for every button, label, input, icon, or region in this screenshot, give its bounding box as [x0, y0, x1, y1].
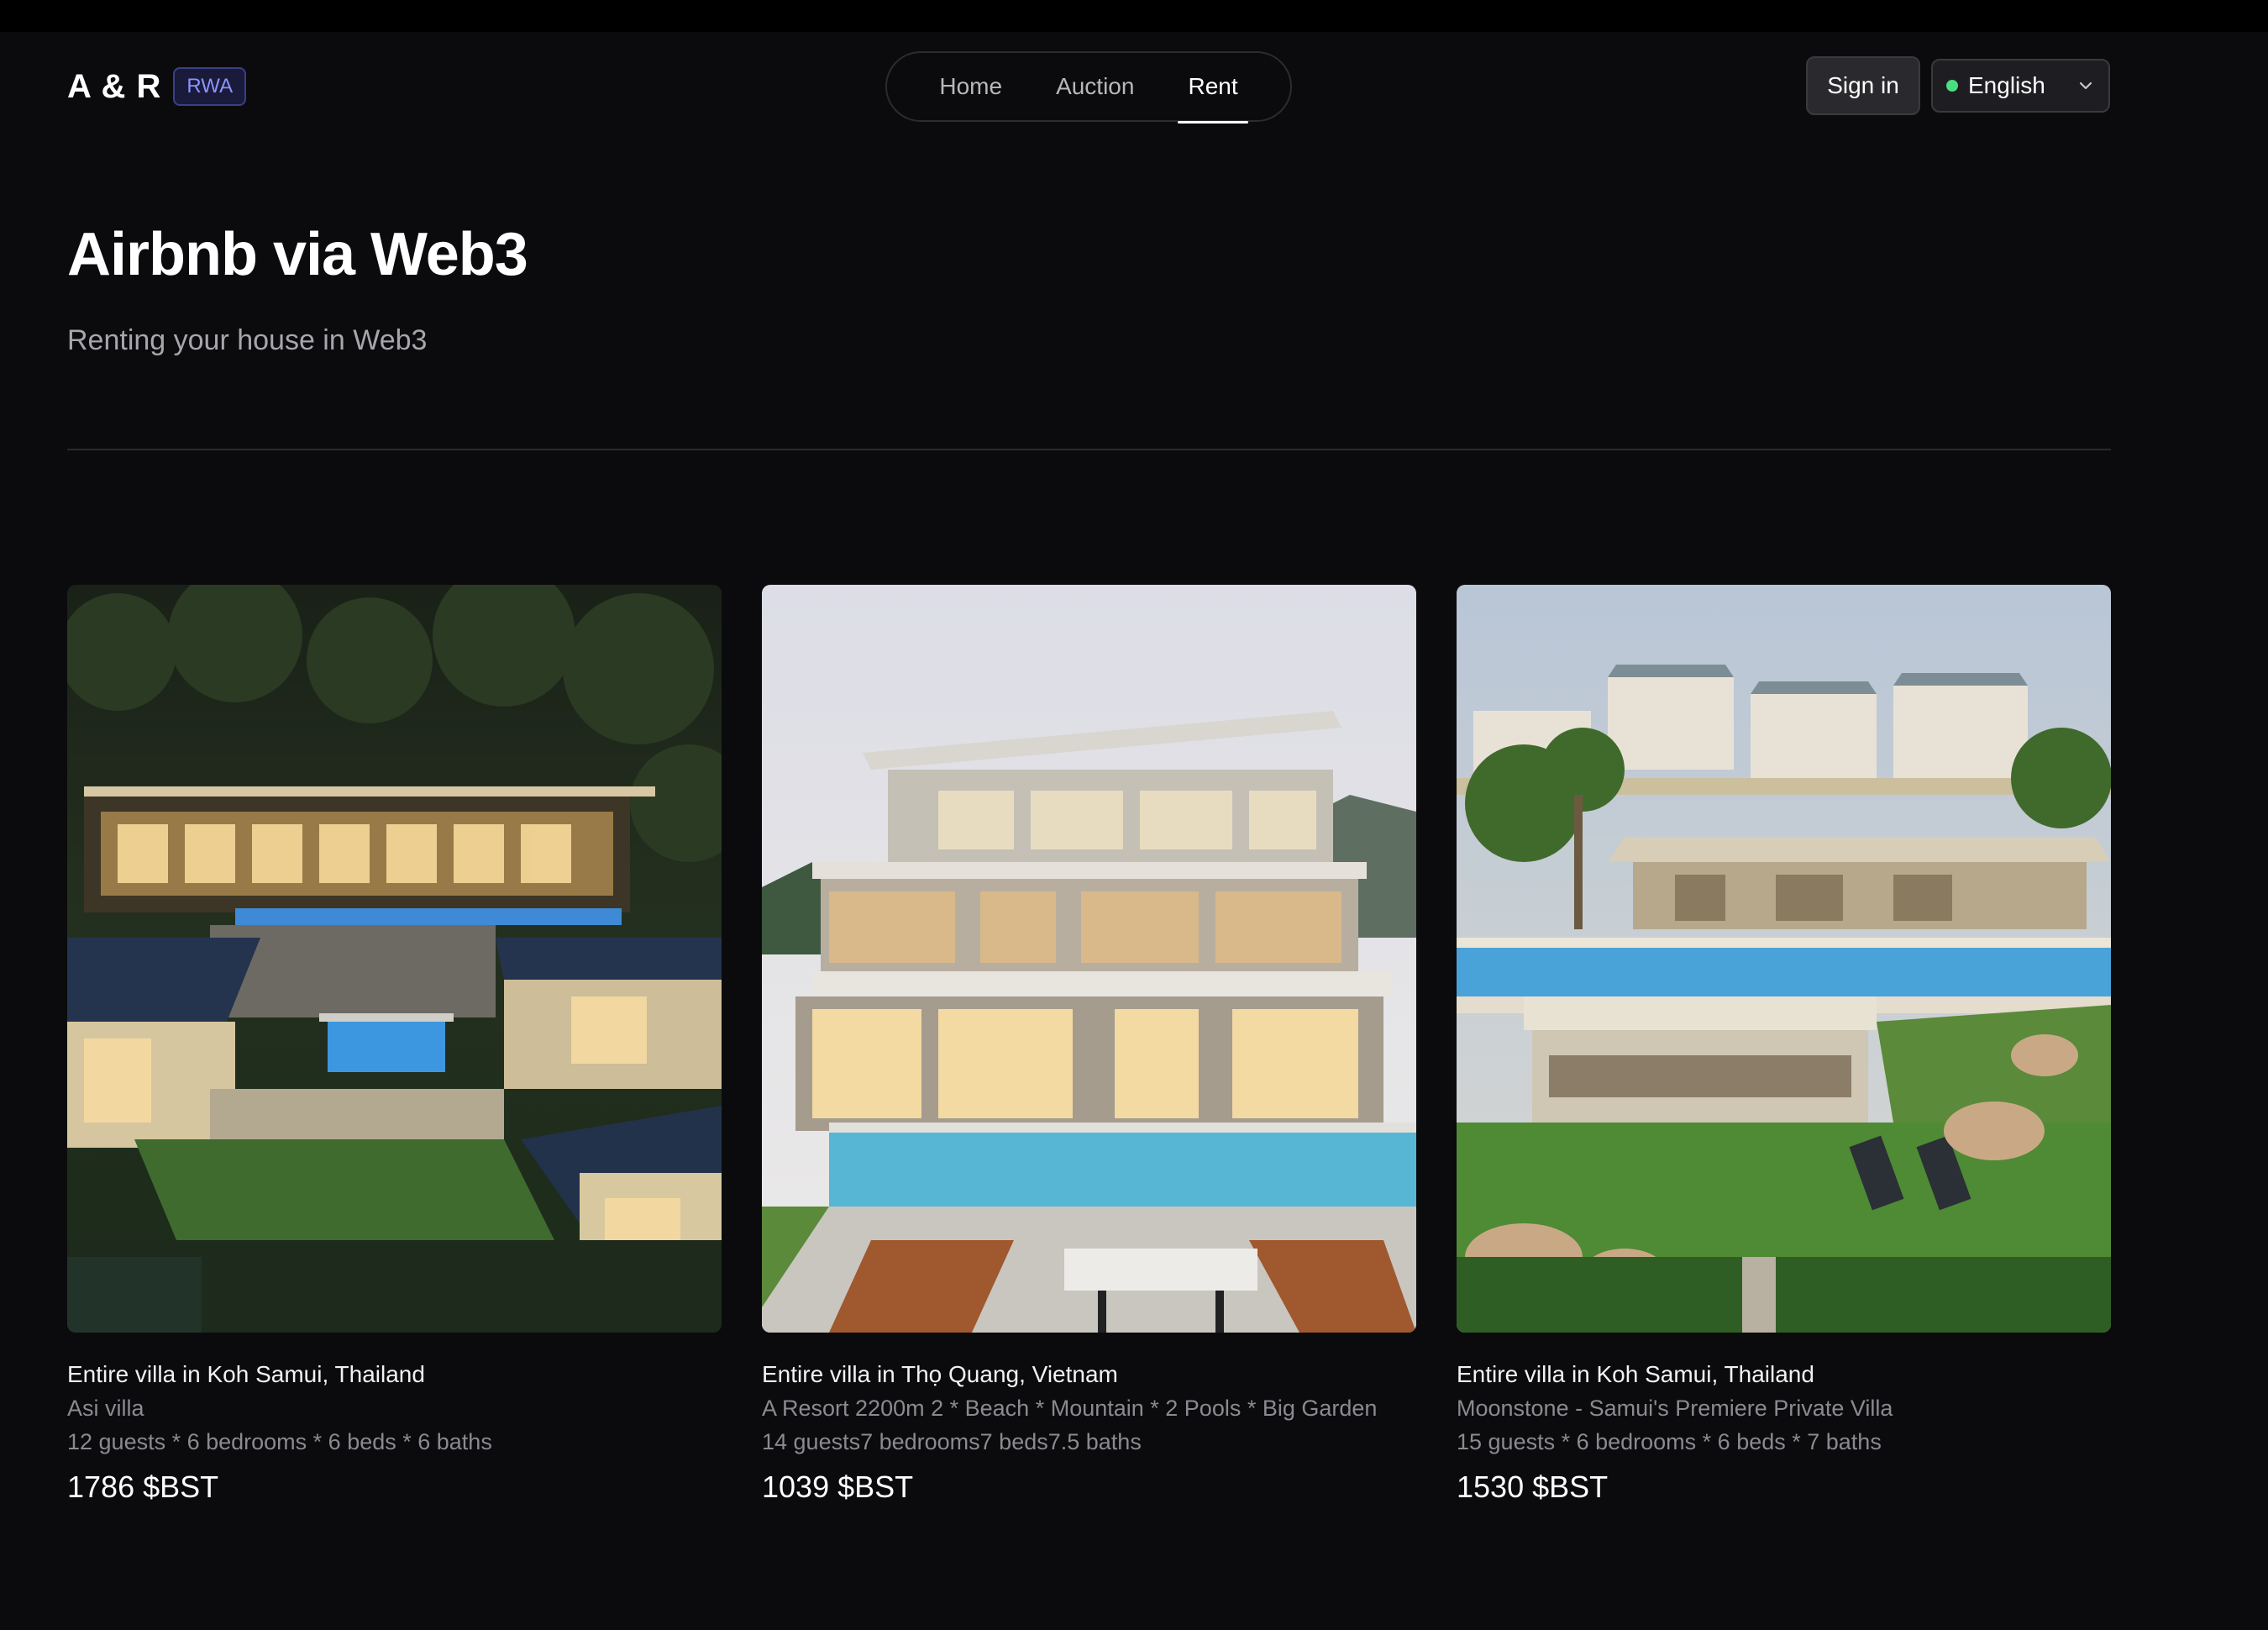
listing-photo[interactable] — [1457, 585, 2111, 1333]
listing-name: Moonstone - Samui's Premiere Private Vil… — [1457, 1396, 1893, 1421]
listing-title: Entire villa in Koh Samui, Thailand — [67, 1361, 425, 1387]
brand-name: A & R — [67, 67, 162, 105]
listing-photo[interactable] — [67, 585, 722, 1333]
listing-details: 15 guests * 6 bedrooms * 6 beds * 7 bath… — [1457, 1429, 1882, 1454]
language-select[interactable]: English — [1931, 59, 2110, 113]
listing-name: Asi villa — [67, 1396, 144, 1421]
listing-price: 1039 $BST — [762, 1470, 914, 1504]
listing-title: Entire villa in Thọ Quang, Vietnam — [762, 1361, 1118, 1387]
listing-card[interactable]: Entire villa in Koh Samui, Thailand Asi … — [67, 585, 722, 1507]
main-nav: Home Auction Rent — [885, 51, 1292, 124]
nav-home[interactable]: Home — [912, 51, 1029, 122]
listing-details: 12 guests * 6 bedrooms * 6 beds * 6 bath… — [67, 1429, 492, 1454]
listing-card[interactable]: Entire villa in Koh Samui, Thailand Moon… — [1457, 585, 2111, 1507]
listing-title: Entire villa in Koh Samui, Thailand — [1457, 1361, 1814, 1387]
sign-in-button[interactable]: Sign in — [1806, 56, 1920, 115]
language-label: English — [1968, 72, 2045, 98]
page-subtitle: Renting your house in Web3 — [67, 324, 428, 356]
listing-price: 1530 $BST — [1457, 1470, 1609, 1504]
listing-photo[interactable] — [762, 585, 1416, 1333]
rwa-badge: RWA — [173, 67, 247, 106]
nav-auction[interactable]: Auction — [1029, 51, 1161, 122]
listing-card[interactable]: Entire villa in Thọ Quang, Vietnam A Res… — [762, 585, 1416, 1507]
listing-name: A Resort 2200m 2 * Beach * Mountain * 2 … — [762, 1396, 1378, 1421]
status-dot — [1946, 80, 1958, 92]
listing-details: 14 guests7 bedrooms7 beds7.5 baths — [762, 1429, 1142, 1454]
chevron-down-icon — [2076, 76, 2095, 95]
brand-logo[interactable]: A & R RWA — [67, 67, 247, 106]
page-title: Airbnb via Web3 — [67, 221, 528, 288]
top-strip — [0, 0, 2268, 32]
divider — [67, 449, 2111, 450]
listing-price: 1786 $BST — [67, 1470, 219, 1504]
nav-rent[interactable]: Rent — [1161, 51, 1264, 124]
